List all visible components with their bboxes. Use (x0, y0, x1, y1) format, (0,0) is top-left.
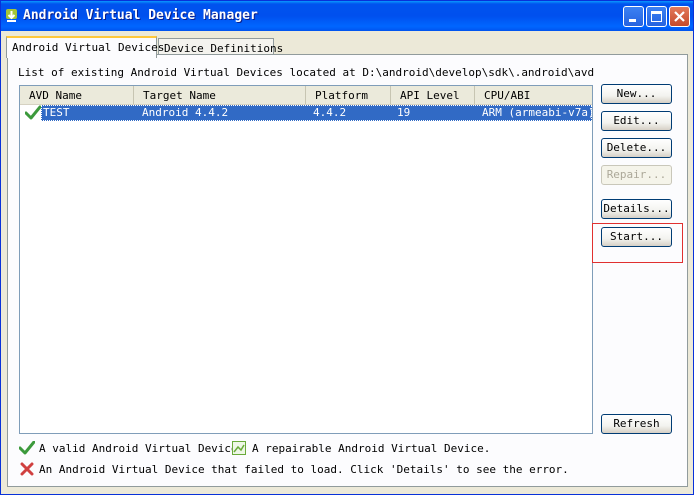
maximize-icon (651, 11, 662, 22)
cell-avd-name: TEST (43, 106, 70, 119)
title-bar[interactable]: Android Virtual Device Manager (1, 1, 693, 31)
cell-target-name: Android 4.4.2 (142, 106, 229, 119)
repair-button[interactable]: Repair... (601, 165, 672, 185)
column-header-avd-name[interactable]: AVD Name (20, 86, 134, 104)
close-button[interactable] (669, 6, 690, 27)
legend-repairable: A repairable Android Virtual Device. (252, 442, 491, 455)
column-header-cpu-abi[interactable]: CPU/ABI (475, 86, 592, 104)
refresh-button[interactable]: Refresh (601, 414, 672, 434)
valid-check-icon (19, 441, 35, 455)
tab-android-virtual-devices[interactable]: Android Virtual Devices (6, 36, 164, 58)
legend-failed: An Android Virtual Device that failed to… (39, 463, 569, 476)
repairable-icon (232, 441, 246, 455)
failed-x-icon (20, 462, 34, 476)
column-header-platform[interactable]: Platform (306, 86, 391, 104)
minimize-icon (629, 19, 636, 22)
window-title: Android Virtual Device Manager (23, 8, 258, 23)
cell-api-level: 19 (397, 106, 411, 119)
avd-table[interactable]: AVD Name Target Name Platform API Level … (19, 85, 593, 434)
android-download-icon (6, 9, 17, 22)
minimize-button[interactable] (623, 6, 644, 27)
cell-cpu-abi: ARM (armeabi-v7a) (482, 106, 593, 119)
check-icon (25, 105, 41, 120)
list-description: List of existing Android Virtual Devices… (18, 66, 595, 79)
start-highlight-box (592, 223, 683, 263)
close-icon (674, 11, 685, 22)
details-button[interactable]: Details... (601, 199, 672, 219)
delete-button[interactable]: Delete... (601, 138, 672, 158)
column-header-api-level[interactable]: API Level (391, 86, 475, 104)
cell-platform: 4.4.2 (313, 106, 347, 119)
new-button[interactable]: New... (601, 84, 672, 104)
edit-button[interactable]: Edit... (601, 111, 672, 131)
column-header-target-name[interactable]: Target Name (134, 86, 306, 104)
maximize-button[interactable] (646, 6, 667, 27)
avd-manager-window: Android Virtual Device Manager Android V… (0, 0, 694, 495)
legend-valid: A valid Android Virtual Device. (39, 442, 245, 455)
tab-label: Android Virtual Devices (12, 41, 165, 54)
table-row[interactable]: TEST Android 4.4.2 4.4.2 19 ARM (armeabi… (20, 105, 592, 121)
table-header: AVD Name Target Name Platform API Level … (20, 86, 592, 105)
